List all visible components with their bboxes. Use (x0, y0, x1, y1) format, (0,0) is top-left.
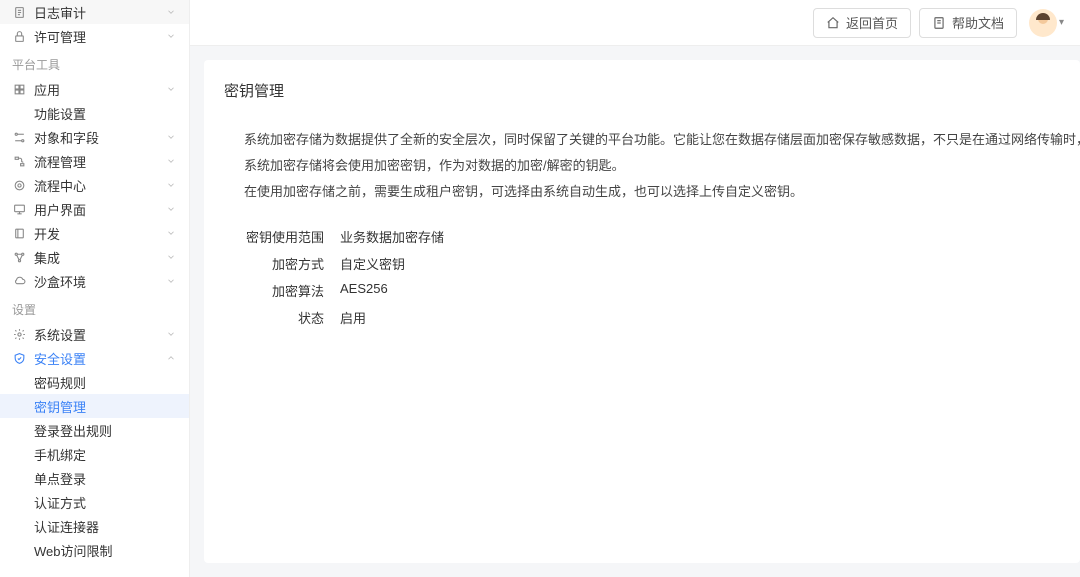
notepad-icon (12, 5, 26, 19)
chevron-down-icon (165, 328, 177, 340)
sidebar-item-label: 许可管理 (34, 27, 165, 46)
sidebar-item-sandbox[interactable]: 沙盒环境 (0, 269, 189, 293)
sidebar-subitem-auth-method[interactable]: 认证方式 (0, 490, 189, 514)
sidebar: 日志审计 许可管理 平台工具 应用 功能设置 对象和字段 (0, 0, 190, 577)
sidebar-item-security-settings[interactable]: 安全设置 (0, 346, 189, 370)
sidebar-item-label: 用户界面 (34, 200, 165, 219)
card: 密钥管理 系统加密存储为数据提供了全新的安全层次，同时保留了关键的平台功能。它能… (204, 60, 1080, 563)
description-line: 系统加密存储为数据提供了全新的安全层次，同时保留了关键的平台功能。它能让您在数据… (244, 127, 1080, 153)
field-row-scope: 密钥使用范围 业务数据加密存储 (224, 223, 1080, 250)
sidebar-subitem-sso[interactable]: 单点登录 (0, 466, 189, 490)
field-label: 加密方式 (244, 254, 324, 273)
field-value: AES256 (340, 281, 388, 300)
chevron-up-icon (165, 352, 177, 364)
user-menu[interactable]: ▾ (1025, 5, 1068, 41)
field-label: 加密算法 (244, 281, 324, 300)
sidebar-item-apps[interactable]: 应用 (0, 77, 189, 101)
chevron-down-icon (165, 251, 177, 263)
book-icon (12, 226, 26, 240)
description: 系统加密存储为数据提供了全新的安全层次，同时保留了关键的平台功能。它能让您在数据… (224, 127, 1080, 205)
chevron-down-icon (165, 179, 177, 191)
monitor-icon (12, 202, 26, 216)
sidebar-item-flow-mgmt[interactable]: 流程管理 (0, 149, 189, 173)
sidebar-item-integration[interactable]: 集成 (0, 245, 189, 269)
sidebar-item-label: 流程中心 (34, 176, 165, 195)
sidebar-group-settings: 设置 (0, 293, 189, 322)
button-label: 帮助文档 (952, 13, 1004, 32)
header: 返回首页 帮助文档 ▾ (190, 0, 1080, 46)
target-icon (12, 178, 26, 192)
field-value: 启用 (340, 308, 366, 327)
chevron-down-icon (165, 131, 177, 143)
sidebar-item-label: 日志审计 (34, 3, 165, 22)
sidebar-item-label: 登录登出规则 (34, 421, 112, 440)
flow-icon (12, 154, 26, 168)
lock-icon (12, 29, 26, 43)
field-row-status: 状态 启用 (224, 304, 1080, 331)
sidebar-item-label: 密码规则 (34, 373, 86, 392)
field-row-encryption-mode: 加密方式 自定义密钥 (224, 250, 1080, 277)
description-line: 在使用加密存储之前，需要生成租户密钥，可选择由系统自动生成，也可以选择上传自定义… (244, 179, 1080, 205)
description-line: 系统加密存储将会使用加密密钥，作为对数据的加密/解密的钥匙。 (244, 153, 1080, 179)
field-icon (12, 130, 26, 144)
sidebar-subitem-phone-binding[interactable]: 手机绑定 (0, 442, 189, 466)
caret-down-icon: ▾ (1059, 17, 1064, 28)
sidebar-item-label: 系统设置 (34, 325, 165, 344)
chevron-down-icon (165, 30, 177, 42)
chevron-down-icon (165, 275, 177, 287)
field-value: 业务数据加密存储 (340, 227, 444, 246)
field-label: 状态 (244, 308, 324, 327)
page-title: 密钥管理 (224, 80, 1080, 101)
sidebar-item-objects-fields[interactable]: 对象和字段 (0, 125, 189, 149)
sidebar-item-license-mgmt[interactable]: 许可管理 (0, 24, 189, 48)
sidebar-subitem-web-access-limit[interactable]: Web访问限制 (0, 538, 189, 562)
shield-icon (12, 351, 26, 365)
sidebar-group-platform-tools: 平台工具 (0, 48, 189, 77)
sidebar-item-label: 密钥管理 (34, 397, 86, 416)
sidebar-item-label: 流程管理 (34, 152, 165, 171)
sidebar-subitem-login-logout-rules[interactable]: 登录登出规则 (0, 418, 189, 442)
sidebar-item-system-settings[interactable]: 系统设置 (0, 322, 189, 346)
chevron-down-icon (165, 227, 177, 239)
button-label: 返回首页 (846, 13, 898, 32)
back-home-button[interactable]: 返回首页 (813, 8, 911, 38)
sidebar-subitem-auth-connector[interactable]: 认证连接器 (0, 514, 189, 538)
content: 密钥管理 系统加密存储为数据提供了全新的安全层次，同时保留了关键的平台功能。它能… (190, 46, 1080, 577)
sidebar-item-log-audit[interactable]: 日志审计 (0, 0, 189, 24)
chevron-down-icon (165, 83, 177, 95)
sidebar-item-label: 应用 (34, 80, 165, 99)
sidebar-subitem-feature-settings[interactable]: 功能设置 (0, 101, 189, 125)
nodes-icon (12, 250, 26, 264)
sidebar-item-label: 单点登录 (34, 469, 86, 488)
sidebar-item-label: 手机绑定 (34, 445, 86, 464)
gear-icon (12, 327, 26, 341)
sidebar-item-label: 开发 (34, 224, 165, 243)
sidebar-item-label: 功能设置 (34, 104, 86, 123)
field-value: 自定义密钥 (340, 254, 405, 273)
sidebar-item-label: 安全设置 (34, 349, 165, 368)
sidebar-item-flow-center[interactable]: 流程中心 (0, 173, 189, 197)
sidebar-item-develop[interactable]: 开发 (0, 221, 189, 245)
home-icon (826, 16, 840, 30)
field-row-algorithm: 加密算法 AES256 (224, 277, 1080, 304)
sidebar-item-label: 认证方式 (34, 493, 86, 512)
main-area: 返回首页 帮助文档 ▾ 密钥管理 系统加密存储为数据提供了全新的安全层次，同时保… (190, 0, 1080, 577)
sidebar-item-label: 沙盒环境 (34, 272, 165, 291)
sidebar-item-user-interface[interactable]: 用户界面 (0, 197, 189, 221)
sidebar-item-label: Web访问限制 (34, 541, 113, 560)
sidebar-subitem-key-mgmt[interactable]: 密钥管理 (0, 394, 189, 418)
grid-icon (12, 82, 26, 96)
document-icon (932, 16, 946, 30)
field-label: 密钥使用范围 (244, 227, 324, 246)
chevron-down-icon (165, 203, 177, 215)
cloud-icon (12, 274, 26, 288)
chevron-down-icon (165, 155, 177, 167)
help-docs-button[interactable]: 帮助文档 (919, 8, 1017, 38)
chevron-down-icon (165, 6, 177, 18)
sidebar-item-label: 对象和字段 (34, 128, 165, 147)
sidebar-subitem-password-rules[interactable]: 密码规则 (0, 370, 189, 394)
avatar (1029, 9, 1057, 37)
sidebar-item-label: 认证连接器 (34, 517, 99, 536)
sidebar-item-label: 集成 (34, 248, 165, 267)
